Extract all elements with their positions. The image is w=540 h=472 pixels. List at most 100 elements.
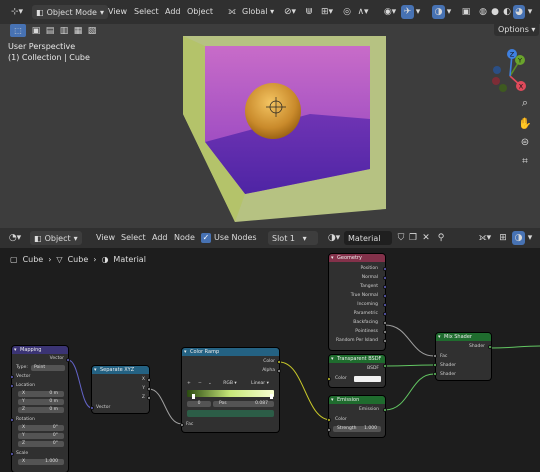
- shading-wireframe-icon[interactable]: ◍: [477, 5, 489, 19]
- gizmo-toggle-icon[interactable]: ✈: [401, 5, 414, 19]
- node-overlays-icon[interactable]: ◑: [512, 231, 525, 245]
- node-mix-shader[interactable]: Mix Shader Shader Fac Shader Shader: [436, 333, 491, 380]
- ramp-stop-handle-right[interactable]: [270, 394, 273, 399]
- menu-select[interactable]: Select: [130, 7, 163, 16]
- mapping-loc-z[interactable]: Z 0 m: [18, 407, 64, 413]
- node-geometry[interactable]: Geometry Position Normal Tangent True No…: [329, 254, 385, 350]
- separate-z-socket[interactable]: [147, 396, 151, 400]
- node-separate-xyz[interactable]: Separate XYZ X Y Z Vector: [92, 366, 149, 413]
- mix-fac-socket[interactable]: [433, 354, 437, 358]
- node-snap-icon[interactable]: ⊞: [497, 231, 509, 245]
- node-emission-header[interactable]: Emission: [329, 396, 385, 404]
- node-emission[interactable]: Emission Emission Color Strength 1.000: [329, 396, 385, 437]
- mapping-loc-x[interactable]: X 0 m: [18, 391, 64, 397]
- geometry-random-socket[interactable]: [383, 339, 387, 343]
- ramp-alpha-socket[interactable]: [277, 369, 281, 373]
- object-shader-dropdown[interactable]: ◧ Object ▾: [30, 231, 82, 245]
- geometry-normal-socket[interactable]: [383, 276, 387, 280]
- node-menu-add[interactable]: Add: [148, 233, 172, 242]
- node-editor-canvas[interactable]: ▢ Cube › ▽ Cube › ◑ Material Mapping Vec…: [0, 248, 540, 472]
- shading-material-icon[interactable]: ◐: [501, 5, 513, 19]
- mix-shader1-socket[interactable]: [433, 363, 437, 367]
- menu-object[interactable]: Object: [183, 7, 217, 16]
- shading-solid-icon[interactable]: ●: [489, 5, 501, 19]
- snap-target-icon[interactable]: ⊞▾: [318, 5, 336, 19]
- ramp-add-stop-icon[interactable]: +: [187, 381, 191, 387]
- camera-icon[interactable]: ⊜: [518, 135, 532, 149]
- transform-orientation-dropdown[interactable]: Global ▾: [238, 7, 278, 16]
- ramp-stop-handle-left[interactable]: [192, 394, 195, 399]
- ramp-pos-field[interactable]: Pos 0.087: [213, 401, 274, 407]
- snapping-icon[interactable]: ⟗▾: [476, 231, 494, 245]
- mix-out-socket[interactable]: [488, 345, 492, 349]
- pivot-point-icon[interactable]: ⊘▾: [280, 5, 300, 19]
- menu-add[interactable]: Add: [161, 7, 185, 16]
- mapping-scale-socket[interactable]: [10, 452, 14, 456]
- node-overlays-dropdown-icon[interactable]: ▾: [526, 231, 534, 245]
- mapping-rot-y[interactable]: Y 0°: [18, 433, 64, 439]
- pin-icon[interactable]: ⚲: [435, 231, 447, 245]
- emission-color-socket[interactable]: [327, 418, 331, 422]
- shading-rendered-icon[interactable]: ◕: [513, 5, 525, 19]
- mapping-in-vector-socket[interactable]: [10, 375, 14, 379]
- falloff-icon[interactable]: ∧▾: [355, 5, 371, 19]
- node-transparent-bsdf[interactable]: Transparent BSDF BSDF Color: [329, 355, 385, 387]
- ramp-index-field[interactable]: 0: [187, 401, 211, 407]
- ramp-color-socket[interactable]: [277, 360, 281, 364]
- mix-shader2-socket[interactable]: [433, 372, 437, 376]
- editor-type-icon[interactable]: ⊹▾: [8, 5, 26, 19]
- node-mapping[interactable]: Mapping Vector Type: Point Vector Locati…: [12, 346, 68, 472]
- fake-user-shield-icon[interactable]: ⛉: [395, 231, 407, 245]
- ramp-stop-color-swatch[interactable]: [187, 410, 274, 417]
- ramp-interp-dropdown[interactable]: Linear ▾: [245, 381, 275, 387]
- mapping-out-vector-socket[interactable]: [66, 358, 70, 362]
- emission-strength-field[interactable]: Strength 1.000: [333, 426, 381, 432]
- mapping-type-dropdown[interactable]: Point: [31, 365, 65, 371]
- transform-orientation-icon[interactable]: ⟗: [226, 5, 238, 19]
- shading-dropdown-icon[interactable]: ▾: [526, 5, 534, 19]
- material-name-field[interactable]: Material: [344, 231, 392, 245]
- xray-icon[interactable]: ▣: [460, 5, 472, 19]
- mode-dropdown[interactable]: ◧ Object Mode ▾: [32, 5, 108, 19]
- mapping-rot-x[interactable]: X 0°: [18, 425, 64, 431]
- geometry-pointiness-socket[interactable]: [383, 330, 387, 334]
- ramp-remove-stop-icon[interactable]: −: [198, 381, 202, 387]
- transparent-color-swatch[interactable]: [354, 376, 381, 382]
- node-mix-header[interactable]: Mix Shader: [436, 333, 491, 341]
- overlays-toggle-icon[interactable]: ◑: [432, 5, 445, 19]
- perspective-grid-icon[interactable]: ⌗: [518, 154, 532, 168]
- navigation-gizmo[interactable]: X Y Z: [484, 48, 536, 100]
- visibility-icon[interactable]: ◉▾: [382, 5, 398, 19]
- browse-material-icon[interactable]: ◑▾: [325, 231, 343, 245]
- node-menu-view[interactable]: View: [92, 233, 119, 242]
- separate-x-socket[interactable]: [147, 378, 151, 382]
- separate-y-socket[interactable]: [147, 387, 151, 391]
- node-color-ramp[interactable]: Color Ramp Color Alpha + − ⌄ RGB ▾ Linea…: [182, 348, 279, 432]
- transparent-color-socket[interactable]: [327, 377, 331, 381]
- zoom-icon[interactable]: ⌕: [518, 96, 532, 110]
- menu-view[interactable]: View: [104, 7, 131, 16]
- slot-dropdown[interactable]: Slot 1 ▾: [268, 231, 318, 245]
- node-mapping-header[interactable]: Mapping: [12, 346, 68, 354]
- mapping-location-socket[interactable]: [10, 384, 14, 388]
- overlays-dropdown-icon[interactable]: ▾: [445, 5, 453, 19]
- ramp-mode-dropdown[interactable]: RGB ▾: [216, 381, 244, 387]
- pan-hand-icon[interactable]: ✋: [518, 116, 532, 130]
- editor-type-node-icon[interactable]: ◔▾: [6, 231, 24, 245]
- node-menu-node[interactable]: Node: [170, 233, 199, 242]
- snap-icon[interactable]: ⋓: [302, 5, 316, 19]
- emission-out-socket[interactable]: [383, 408, 387, 412]
- geometry-backfacing-socket[interactable]: [383, 321, 387, 325]
- transparent-bsdf-socket[interactable]: [383, 364, 387, 368]
- mapping-rotation-socket[interactable]: [10, 418, 14, 422]
- mapping-scale-x[interactable]: X 1.000: [18, 459, 64, 465]
- node-ramp-header[interactable]: Color Ramp: [182, 348, 279, 356]
- geometry-parametric-socket[interactable]: [383, 312, 387, 316]
- mapping-loc-y[interactable]: Y 0 m: [18, 399, 64, 405]
- ramp-fac-socket[interactable]: [180, 423, 184, 427]
- geometry-tangent-socket[interactable]: [383, 285, 387, 289]
- geometry-incoming-socket[interactable]: [383, 303, 387, 307]
- viewport-3d[interactable]: ⬚ ▣ ▤ ▥ ▦ ▧ Options ▾ User Perspective (…: [0, 22, 540, 228]
- emission-strength-socket[interactable]: [327, 428, 331, 432]
- node-transparent-header[interactable]: Transparent BSDF: [329, 355, 385, 363]
